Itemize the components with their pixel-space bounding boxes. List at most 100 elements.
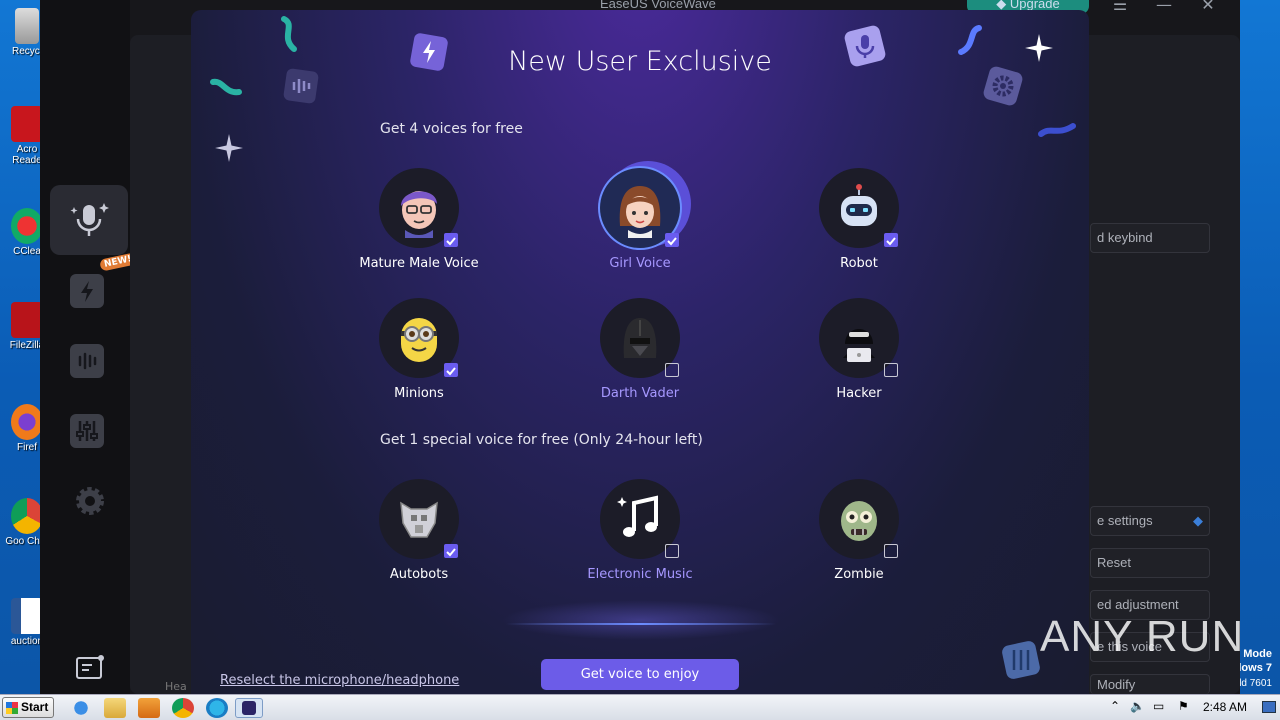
taskbar-media-player-icon[interactable] xyxy=(138,698,160,718)
firefox-icon xyxy=(11,404,43,440)
mixer-icon xyxy=(76,421,98,441)
voice-avatar xyxy=(600,168,680,248)
desktop-icon-label: Firef xyxy=(17,442,37,453)
desktop-icon-label: auction xyxy=(10,636,44,647)
sidebar-item-voice-changer[interactable] xyxy=(50,185,128,255)
os-build-text-2: lows 7 xyxy=(1238,662,1272,674)
voice-option-robot[interactable]: Robot xyxy=(779,168,939,271)
voice-label: Mature Male Voice xyxy=(359,256,479,271)
reselect-device-link[interactable]: Reselect the microphone/headphone xyxy=(220,673,459,688)
ccleaner-icon xyxy=(11,208,43,244)
anyrun-watermark: ANY RUN xyxy=(1040,612,1244,662)
voice-label: Electronic Music xyxy=(587,567,693,582)
decorative-glow xyxy=(501,600,781,640)
voice-checkbox-checked[interactable] xyxy=(884,233,898,247)
microphone-sparkle-icon xyxy=(70,203,109,236)
voice-option-mature-male[interactable]: Mature Male Voice xyxy=(339,168,499,271)
decorative-divider xyxy=(506,623,776,625)
voice-avatar xyxy=(379,298,459,378)
voice-option-minions[interactable]: Minions xyxy=(339,298,499,401)
action-center-flag-icon[interactable]: ⚑ xyxy=(1178,699,1189,713)
volume-icon[interactable]: 🔈 xyxy=(1130,699,1145,713)
windows-logo-icon xyxy=(6,702,18,714)
voice-label: Darth Vader xyxy=(600,386,680,401)
voice-checkbox-unchecked[interactable] xyxy=(665,544,679,558)
checkmark-icon xyxy=(446,367,456,376)
get-voice-button[interactable]: Get voice to enjoy xyxy=(541,659,739,690)
filezilla-icon xyxy=(11,302,43,338)
voice-option-darth-vader[interactable]: Darth Vader xyxy=(560,298,720,401)
bottom-left-text: Hea xyxy=(165,680,187,693)
new-user-exclusive-modal: New User Exclusive Get 4 voices for free… xyxy=(191,10,1089,694)
watermark-text: ANY RUN xyxy=(1040,612,1245,661)
checkmark-icon xyxy=(446,548,456,557)
word-doc-icon xyxy=(11,598,43,634)
desktop-icon-label: Acro Reade xyxy=(12,144,42,166)
taskbar-file-explorer-icon[interactable] xyxy=(104,698,126,718)
voice-option-girl[interactable]: Girl Voice xyxy=(560,168,720,271)
voice-label: Hacker xyxy=(836,386,882,401)
voice-option-autobots[interactable]: Autobots xyxy=(339,479,499,582)
sidebar: NEW! xyxy=(40,0,137,694)
mixer-tile-icon xyxy=(1002,641,1040,679)
show-desktop-button[interactable] xyxy=(1262,701,1276,713)
taskbar-chrome-icon[interactable] xyxy=(172,698,194,718)
soundboard-icon xyxy=(78,352,97,370)
network-icon[interactable]: ▭ xyxy=(1153,699,1164,713)
confetti-icon xyxy=(1038,123,1076,137)
gear-icon xyxy=(76,487,104,515)
desktop-icon-label: CClea xyxy=(13,246,41,257)
voice-checkbox-unchecked[interactable] xyxy=(884,544,898,558)
voice-label: Robot xyxy=(840,256,878,271)
voice-checkbox-checked[interactable] xyxy=(444,233,458,247)
more-settings-label: e settings xyxy=(1097,513,1153,528)
start-button[interactable]: Start xyxy=(2,697,54,718)
taskbar-voicewave-icon[interactable] xyxy=(235,698,263,718)
checkmark-icon xyxy=(446,237,456,246)
tray-expand-icon[interactable]: ⌃ xyxy=(1110,699,1120,713)
voice-checkbox-unchecked[interactable] xyxy=(884,363,898,377)
reset-button[interactable]: Reset xyxy=(1090,548,1210,578)
taskbar-edge-icon[interactable] xyxy=(206,698,228,718)
sidebar-item-effects[interactable] xyxy=(70,274,104,308)
minimize-button[interactable]: — xyxy=(1154,0,1174,14)
lightning-icon xyxy=(81,281,93,302)
taskbar-internet-explorer-icon[interactable] xyxy=(70,698,92,718)
voice-avatar xyxy=(379,479,459,559)
more-settings-button[interactable]: e settings ◆ xyxy=(1090,506,1210,536)
close-button[interactable]: ✕ xyxy=(1198,0,1218,14)
modify-button[interactable]: Modify xyxy=(1090,674,1210,694)
keybind-field[interactable]: d keybind xyxy=(1090,223,1210,253)
voice-avatar xyxy=(819,298,899,378)
clock: 2:48 AM xyxy=(1203,700,1248,714)
voice-label: Zombie xyxy=(834,567,884,582)
voice-checkbox-checked[interactable] xyxy=(444,363,458,377)
voice-avatar xyxy=(819,168,899,248)
voice-option-electronic-music[interactable]: Electronic Music xyxy=(560,479,720,582)
voice-option-hacker[interactable]: Hacker xyxy=(779,298,939,401)
taskbar: Start ⌃ 🔈 ▭ ⚑ 2:48 AM xyxy=(0,694,1280,720)
voice-checkbox-unchecked[interactable] xyxy=(665,363,679,377)
sidebar-item-settings[interactable] xyxy=(73,484,107,522)
modal-title: New User Exclusive xyxy=(508,46,772,77)
voice-checkbox-checked[interactable] xyxy=(665,233,679,247)
voice-label: Minions xyxy=(394,386,444,401)
sidebar-item-mixer[interactable] xyxy=(70,414,104,448)
voice-label: Girl Voice xyxy=(609,256,671,271)
sidebar-item-feedback[interactable] xyxy=(74,652,106,688)
sparkle-icon xyxy=(215,134,243,162)
voice-option-zombie[interactable]: Zombie xyxy=(779,479,939,582)
menu-icon[interactable]: ☰ xyxy=(1110,0,1130,14)
voice-avatar xyxy=(600,298,680,378)
start-label: Start xyxy=(21,700,49,714)
voice-label: Autobots xyxy=(389,567,449,582)
confetti-icon xyxy=(210,78,242,96)
chrome-icon xyxy=(11,498,43,534)
section-label-free-voices: Get 4 voices for free xyxy=(380,121,523,137)
sidebar-item-soundboard[interactable] xyxy=(70,344,104,378)
acrobat-icon xyxy=(11,106,43,142)
recycle-bin-icon xyxy=(15,8,39,44)
os-build-text-3: ld 7601 xyxy=(1239,678,1272,689)
checkmark-icon xyxy=(886,237,896,246)
voice-checkbox-checked[interactable] xyxy=(444,544,458,558)
